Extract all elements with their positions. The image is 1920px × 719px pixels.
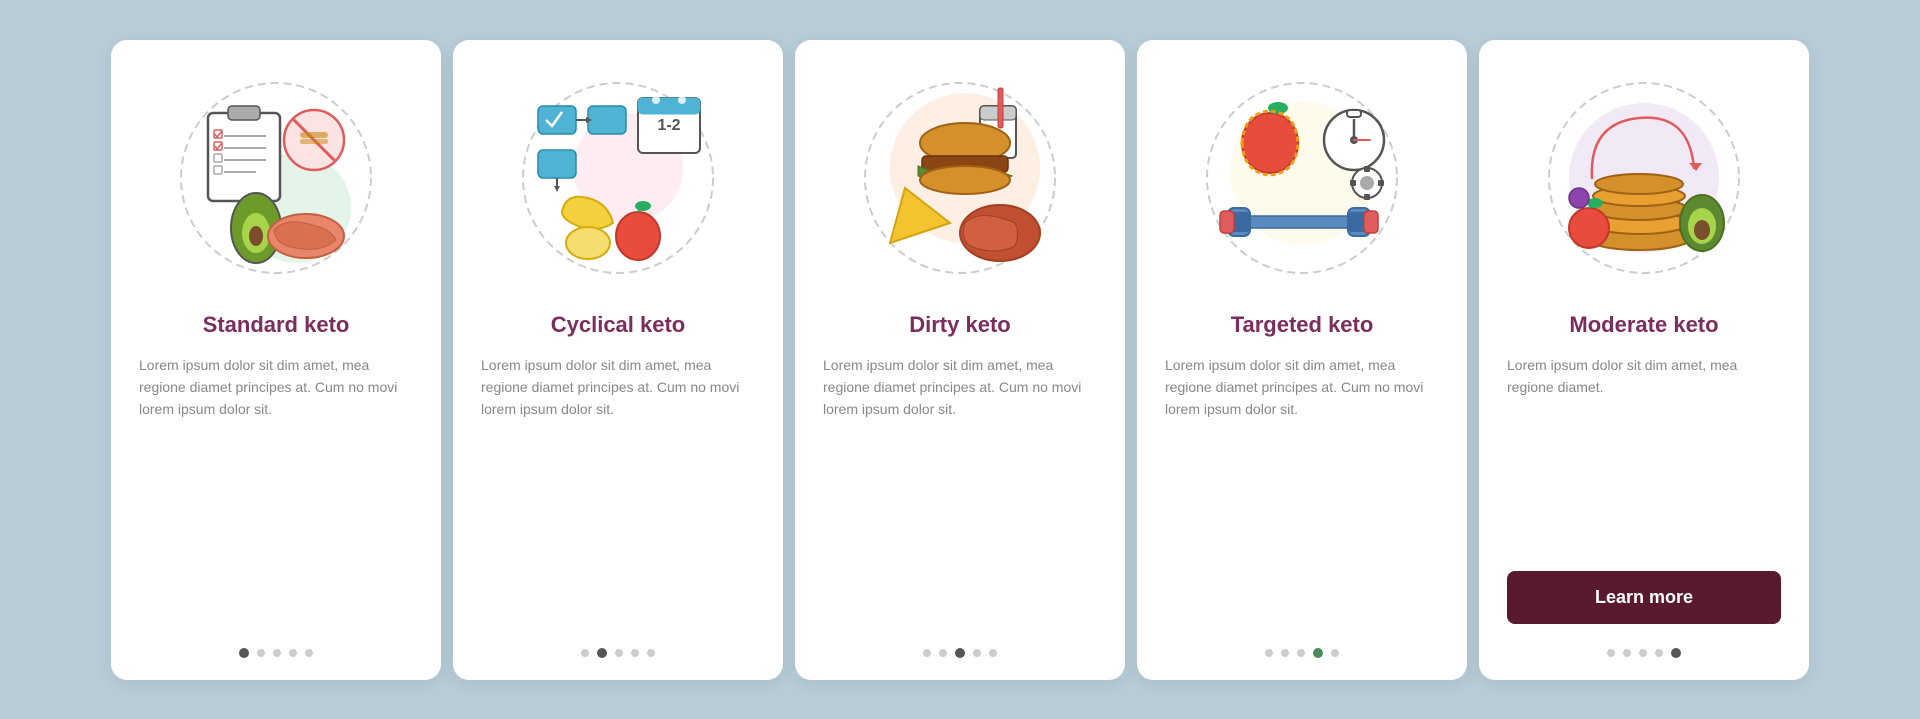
dot-3 (1639, 649, 1647, 657)
dot-2 (1623, 649, 1631, 657)
card-body-cyclical: Lorem ipsum dolor sit dim amet, mea regi… (481, 354, 755, 624)
dot-1 (1265, 649, 1273, 657)
dot-5 (305, 649, 313, 657)
dot-2 (257, 649, 265, 657)
card-body-dirty: Lorem ipsum dolor sit dim amet, mea regi… (823, 354, 1097, 624)
card-body-targeted: Lorem ipsum dolor sit dim amet, mea regi… (1165, 354, 1439, 624)
illustration-dirty (850, 68, 1070, 288)
card-dots-standard (239, 648, 313, 658)
dot-1 (239, 648, 249, 658)
card-title-moderate: Moderate keto (1569, 312, 1718, 338)
illustration-cyclical: 1-2 (508, 68, 728, 288)
card-body-standard: Lorem ipsum dolor sit dim amet, mea regi… (139, 354, 413, 624)
card-title-dirty: Dirty keto (909, 312, 1010, 338)
dot-2 (1281, 649, 1289, 657)
dot-4 (1313, 648, 1323, 658)
dot-3 (273, 649, 281, 657)
dot-5 (1331, 649, 1339, 657)
card-dots-targeted (1265, 648, 1339, 658)
dot-2 (939, 649, 947, 657)
card-title-standard: Standard keto (203, 312, 350, 338)
dot-4 (973, 649, 981, 657)
dot-1 (1607, 649, 1615, 657)
dot-3 (955, 648, 965, 658)
card-cyclical-keto: 1-2 Cyclical keto Lorem ipsum dolor sit … (453, 40, 783, 680)
card-dots-cyclical (581, 648, 655, 658)
illustration-standard (166, 68, 386, 288)
card-dots-dirty (923, 648, 997, 658)
card-dirty-keto: Dirty keto Lorem ipsum dolor sit dim ame… (795, 40, 1125, 680)
dot-3 (615, 649, 623, 657)
learn-more-button[interactable]: Learn more (1507, 571, 1781, 624)
dot-5 (989, 649, 997, 657)
card-body-moderate: Lorem ipsum dolor sit dim amet, mea regi… (1507, 354, 1781, 555)
dot-2 (597, 648, 607, 658)
dot-1 (923, 649, 931, 657)
illustration-moderate (1534, 68, 1754, 288)
card-title-targeted: Targeted keto (1231, 312, 1374, 338)
card-targeted-keto: Targeted keto Lorem ipsum dolor sit dim … (1137, 40, 1467, 680)
card-dots-moderate (1607, 648, 1681, 658)
card-title-cyclical: Cyclical keto (551, 312, 686, 338)
card-standard-keto: Standard keto Lorem ipsum dolor sit dim … (111, 40, 441, 680)
dot-1 (581, 649, 589, 657)
dot-4 (1655, 649, 1663, 657)
card-moderate-keto: Moderate keto Lorem ipsum dolor sit dim … (1479, 40, 1809, 680)
dot-4 (631, 649, 639, 657)
svg-text:1-2: 1-2 (657, 117, 680, 134)
illustration-targeted (1192, 68, 1412, 288)
dot-5 (1671, 648, 1681, 658)
dot-3 (1297, 649, 1305, 657)
dot-5 (647, 649, 655, 657)
cards-container: Standard keto Lorem ipsum dolor sit dim … (0, 10, 1920, 710)
dot-4 (289, 649, 297, 657)
